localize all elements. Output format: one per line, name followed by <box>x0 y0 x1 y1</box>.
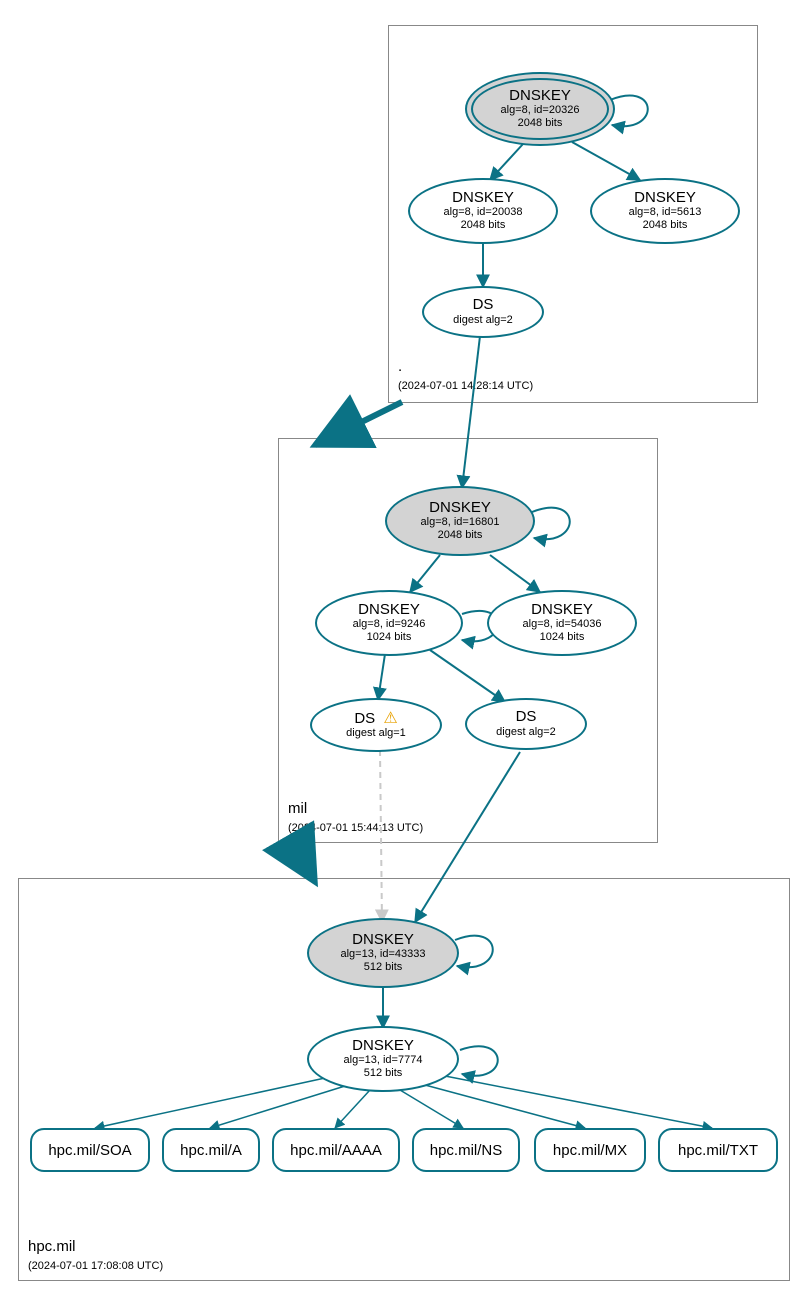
node-root-zsk2: DNSKEY alg=8, id=5613 2048 bits <box>590 178 740 244</box>
rr-txt: hpc.mil/TXT <box>658 1128 778 1172</box>
node-sub: alg=13, id=43333 <box>340 948 425 961</box>
rr-soa: hpc.mil/SOA <box>30 1128 150 1172</box>
node-mil-zsk1: DNSKEY alg=8, id=9246 1024 bits <box>315 590 463 656</box>
node-sub: 512 bits <box>364 961 403 974</box>
zone-title-root: . <box>398 358 402 375</box>
node-root-ksk: DNSKEY alg=8, id=20326 2048 bits <box>465 72 615 146</box>
node-title: DNSKEY <box>352 1038 414 1055</box>
node-root-ds: DS digest alg=2 <box>422 286 544 338</box>
node-sub: alg=8, id=20326 <box>501 104 580 117</box>
node-sub: 1024 bits <box>540 631 585 644</box>
node-mil-ds1: DS ⚠ digest alg=1 <box>310 698 442 752</box>
node-sub: alg=8, id=9246 <box>353 618 426 631</box>
node-sub: alg=8, id=20038 <box>444 206 523 219</box>
node-title: DNSKEY <box>452 190 514 207</box>
node-title: DNSKEY <box>509 88 571 105</box>
node-sub: alg=8, id=54036 <box>523 618 602 631</box>
node-sub: digest alg=1 <box>346 727 406 740</box>
node-mil-zsk2: DNSKEY alg=8, id=54036 1024 bits <box>487 590 637 656</box>
node-sub: 512 bits <box>364 1067 403 1080</box>
node-title: DNSKEY <box>429 500 491 517</box>
node-sub: 2048 bits <box>643 219 688 232</box>
warning-icon: ⚠ <box>383 710 397 728</box>
node-hpc-ksk: DNSKEY alg=13, id=43333 512 bits <box>307 918 459 988</box>
zone-timestamp-root: (2024-07-01 14:28:14 UTC) <box>398 380 533 392</box>
zone-title-mil: mil <box>288 800 307 817</box>
node-title: DS ⚠ <box>354 710 397 728</box>
node-title: DS <box>516 709 537 726</box>
rr-mx: hpc.mil/MX <box>534 1128 646 1172</box>
ds-label: DS <box>354 709 375 726</box>
node-root-zsk1: DNSKEY alg=8, id=20038 2048 bits <box>408 178 558 244</box>
node-title: DNSKEY <box>531 602 593 619</box>
node-mil-ds2: DS digest alg=2 <box>465 698 587 750</box>
node-hpc-zsk: DNSKEY alg=13, id=7774 512 bits <box>307 1026 459 1092</box>
zone-timestamp-hpcmil: (2024-07-01 17:08:08 UTC) <box>28 1260 163 1272</box>
rr-aaaa: hpc.mil/AAAA <box>272 1128 400 1172</box>
node-mil-ksk: DNSKEY alg=8, id=16801 2048 bits <box>385 486 535 556</box>
node-sub: digest alg=2 <box>453 314 513 327</box>
node-sub: alg=13, id=7774 <box>344 1054 423 1067</box>
zone-title-hpcmil: hpc.mil <box>28 1238 76 1255</box>
node-title: DNSKEY <box>358 602 420 619</box>
node-sub: 1024 bits <box>367 631 412 644</box>
node-sub: alg=8, id=16801 <box>421 516 500 529</box>
node-title: DNSKEY <box>352 932 414 949</box>
node-sub: 2048 bits <box>438 529 483 542</box>
zone-timestamp-mil: (2024-07-01 15:44:13 UTC) <box>288 822 423 834</box>
node-sub: digest alg=2 <box>496 726 556 739</box>
node-title: DNSKEY <box>634 190 696 207</box>
node-sub: 2048 bits <box>518 117 563 130</box>
rr-ns: hpc.mil/NS <box>412 1128 520 1172</box>
rr-a: hpc.mil/A <box>162 1128 260 1172</box>
node-sub: 2048 bits <box>461 219 506 232</box>
node-title: DS <box>473 297 494 314</box>
node-sub: alg=8, id=5613 <box>629 206 702 219</box>
